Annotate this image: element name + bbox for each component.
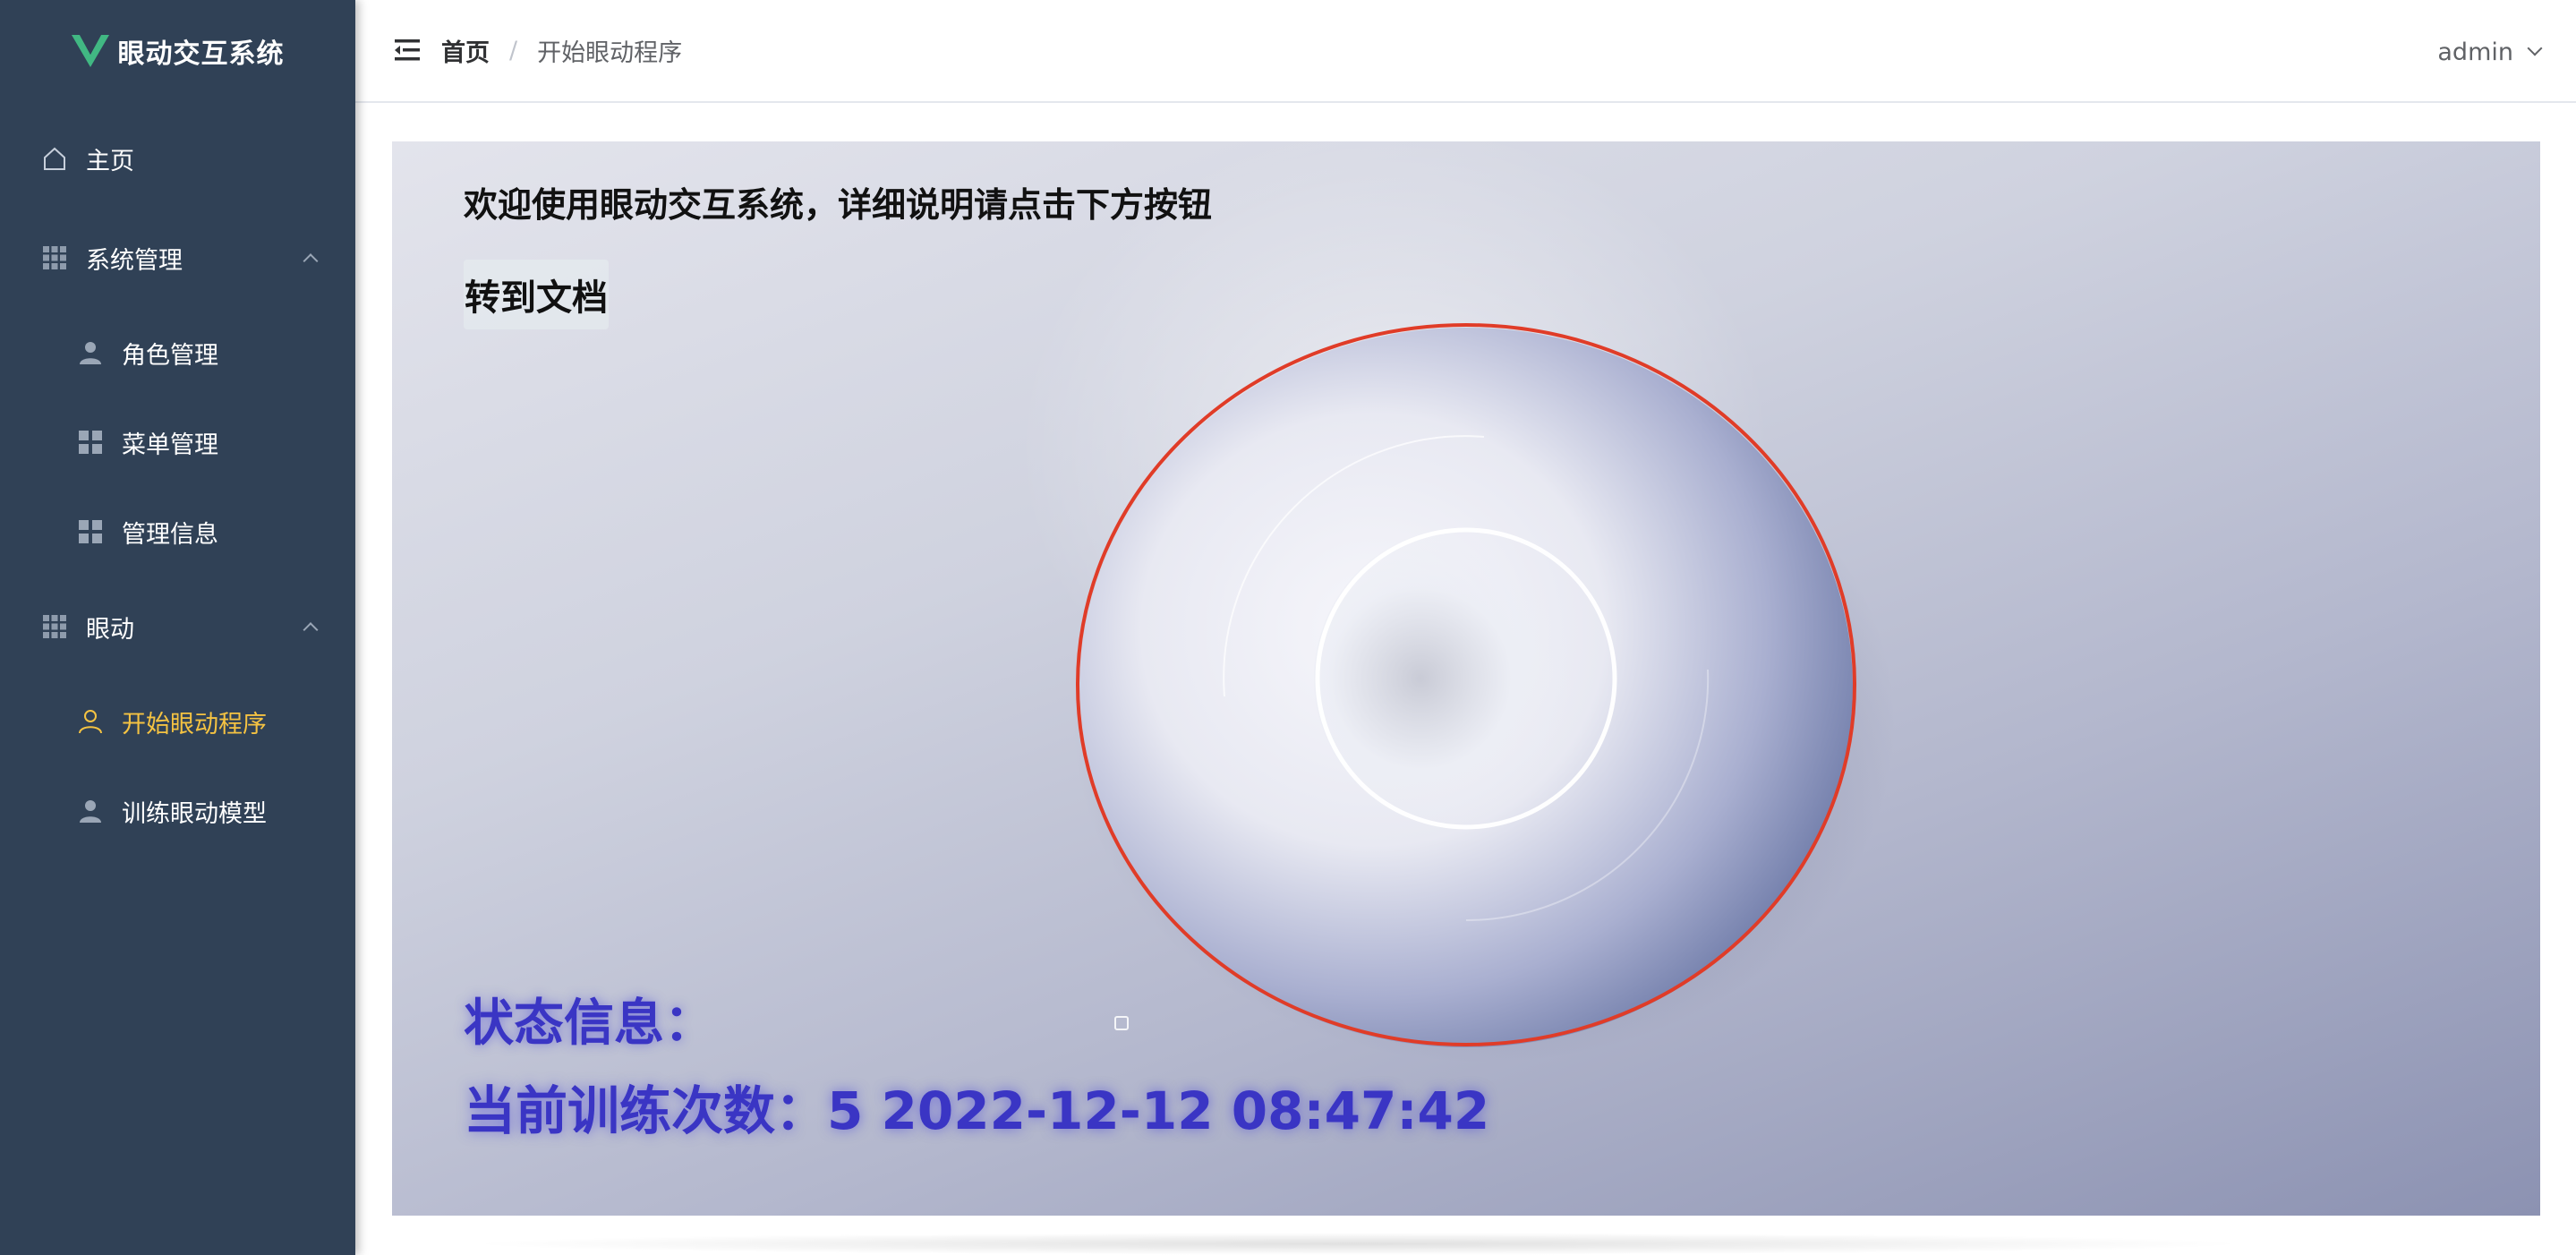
breadcrumb-current: 开始眼动程序	[537, 38, 683, 67]
chevron-down-icon	[2527, 40, 2543, 56]
sidebar-item-start-eye-program[interactable]: 开始眼动程序	[0, 686, 355, 757]
eye-tracking-panel: 欢迎使用眼动交互系统，详细说明请点击下方按钮 转到文档 状态信息： 当前训练次数…	[392, 141, 2540, 1216]
user-icon	[77, 339, 104, 366]
eye-ball-visual	[1019, 141, 1896, 1063]
chevron-up-icon	[303, 253, 319, 269]
grid-icon	[41, 244, 68, 271]
sidebar-item-menu-management[interactable]: 菜单管理	[0, 406, 355, 478]
home-icon	[41, 145, 68, 172]
user-dropdown[interactable]: admin	[2437, 32, 2543, 72]
go-to-docs-button[interactable]: 转到文档	[464, 260, 609, 329]
breadcrumb-separator: /	[509, 36, 518, 64]
training-status: 当前训练次数：5 2022-12-12 08:47:42	[464, 1080, 1490, 1141]
sidebar: 眼动交互系统 主页 系统管理 角色管理 菜单管理 管理信息 眼动 开始眼动程序 …	[0, 0, 355, 1255]
breadcrumb: 首页 / 开始眼动程序	[441, 30, 682, 70]
sidebar-item-label: 菜单管理	[122, 431, 218, 459]
user-icon	[77, 798, 104, 824]
sidebar-item-label: 主页	[86, 147, 134, 175]
sidebar-item-train-eye-model[interactable]: 训练眼动模型	[0, 775, 355, 847]
chevron-up-icon	[303, 622, 319, 638]
sidebar-item-label: 眼动	[86, 615, 134, 644]
top-navbar: 首页 / 开始眼动程序 admin	[355, 0, 2576, 103]
sidebar-item-label: 角色管理	[122, 341, 218, 370]
status-title: 状态信息：	[464, 995, 714, 1053]
welcome-text: 欢迎使用眼动交互系统，详细说明请点击下方按钮	[464, 185, 1213, 225]
sidebar-item-label: 开始眼动程序	[122, 710, 267, 738]
app-title: 眼动交互系统	[117, 38, 285, 70]
sidebar-item-label: 系统管理	[86, 246, 183, 275]
tiles-icon	[77, 518, 104, 545]
sidebar-item-management-info[interactable]: 管理信息	[0, 496, 355, 568]
bottom-shadow	[463, 1233, 2253, 1255]
gaze-marker-icon	[1114, 1016, 1129, 1030]
sidebar-item-system-management[interactable]: 系统管理	[0, 222, 355, 294]
username: admin	[2437, 38, 2513, 66]
main-content: 欢迎使用眼动交互系统，详细说明请点击下方按钮 转到文档 状态信息： 当前训练次数…	[355, 103, 2576, 1255]
hamburger-toggle-icon[interactable]	[395, 39, 420, 61]
vue-logo-icon	[71, 35, 109, 67]
sidebar-item-role-management[interactable]: 角色管理	[0, 317, 355, 388]
app-logo[interactable]: 眼动交互系统	[0, 27, 355, 75]
sidebar-item-label: 训练眼动模型	[122, 799, 267, 828]
sidebar-item-eye-tracking[interactable]: 眼动	[0, 591, 355, 662]
user-outline-icon	[77, 708, 104, 735]
tiles-icon	[77, 429, 104, 456]
breadcrumb-home[interactable]: 首页	[441, 33, 490, 68]
sidebar-item-label: 管理信息	[122, 520, 218, 549]
grid-icon	[41, 613, 68, 640]
sidebar-item-home[interactable]: 主页	[0, 123, 355, 194]
